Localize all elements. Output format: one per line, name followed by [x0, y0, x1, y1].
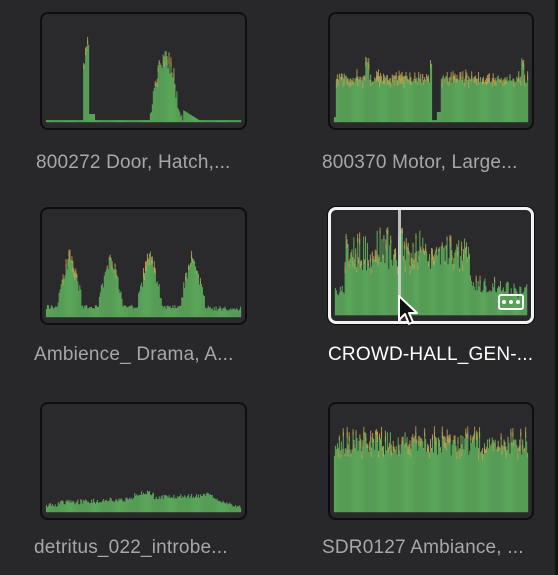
clip-800272-door-hatch[interactable]: 800272 Door, Hatch,...: [36, 12, 250, 192]
waveform-thumbnail[interactable]: [40, 207, 247, 325]
clip-name-label: Ambience_ Drama, A...: [34, 344, 234, 365]
clip-ambience-drama[interactable]: Ambience_ Drama, A...: [34, 207, 255, 387]
playhead-line[interactable]: [398, 210, 401, 321]
clip-sdr0127-ambiance[interactable]: SDR0127 Ambiance, ...: [322, 402, 553, 572]
clip-name-label: detritus_022_introbe...: [34, 537, 228, 558]
clip-800370-motor-large[interactable]: 800370 Motor, Large...: [322, 12, 543, 192]
clip-name-label: 800370 Motor, Large...: [322, 152, 518, 173]
clip-detritus-022[interactable]: detritus_022_introbe...: [34, 402, 255, 572]
clip-crowd-hall-gen[interactable]: CROWD-HALL_GEN-...: [328, 207, 543, 387]
waveform-thumbnail[interactable]: [328, 12, 534, 130]
waveform-icon: [45, 490, 242, 513]
clip-name-label: CROWD-HALL_GEN-...: [328, 344, 534, 365]
waveform-thumbnail[interactable]: [40, 402, 247, 520]
waveform-thumbnail[interactable]: [328, 207, 534, 324]
clip-name-label: 800272 Door, Hatch,...: [36, 152, 231, 173]
waveform-icon: [45, 249, 242, 318]
waveform-icon: [333, 426, 529, 513]
waveform-thumbnail[interactable]: [328, 402, 534, 520]
media-pool-thumbnail-grid: 800272 Door, Hatch,... 800370 Motor, Lar…: [0, 0, 558, 575]
waveform-icon: [333, 56, 529, 123]
clip-name-label: SDR0127 Ambiance, ...: [322, 537, 524, 558]
waveform-icon: [45, 37, 242, 123]
ellipsis-icon[interactable]: [498, 294, 524, 310]
waveform-thumbnail[interactable]: [40, 12, 247, 130]
